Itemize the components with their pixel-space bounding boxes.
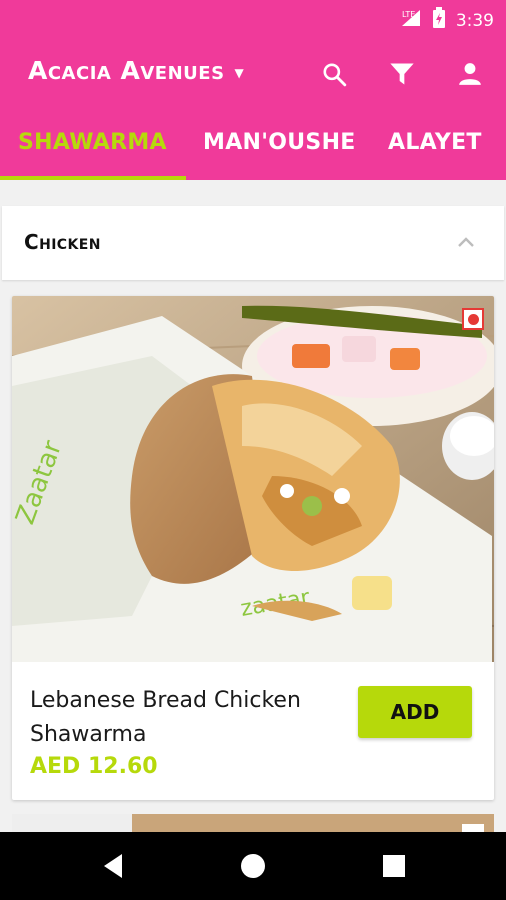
search-icon[interactable] <box>316 56 352 92</box>
app-bar: Acacia Avenues ▼ <box>0 36 506 112</box>
system-nav-bar <box>0 832 506 900</box>
item-price: AED 12.60 <box>30 754 158 779</box>
tab-alayet[interactable]: ALAYET <box>388 130 482 155</box>
non-veg-badge-icon <box>462 308 484 330</box>
status-time: 3:39 <box>455 10 494 31</box>
tab-indicator <box>0 176 186 180</box>
caret-down-icon: ▼ <box>234 65 245 80</box>
category-header[interactable]: Chicken <box>2 206 504 280</box>
recents-icon[interactable] <box>378 850 410 882</box>
category-tabs: SHAWARMA MAN'OUSHE ALAYET <box>0 112 506 180</box>
location-selector[interactable]: Acacia Avenues ▼ <box>28 56 244 85</box>
tab-shawarma[interactable]: SHAWARMA <box>18 130 167 155</box>
tab-manoushe[interactable]: MAN'OUSHE <box>203 130 356 155</box>
battery-icon <box>432 7 446 34</box>
add-button[interactable]: ADD <box>358 686 472 738</box>
chevron-up-icon <box>454 230 478 254</box>
svg-text:LTE: LTE <box>402 10 415 19</box>
location-name: Acacia Avenues <box>28 56 225 85</box>
category-title: Chicken <box>24 230 101 254</box>
user-icon[interactable] <box>452 56 488 92</box>
item-name: Lebanese Bread Chicken Shawarma <box>30 688 301 747</box>
status-bar: LTE 3:39 <box>0 0 506 36</box>
signal-icon: LTE <box>400 8 422 33</box>
home-icon[interactable] <box>237 850 269 882</box>
item-photo: Zaatar zaatar <box>12 296 494 662</box>
menu-item-card[interactable]: Zaatar zaatar Lebanese Bread Chicken Sha… <box>12 296 494 800</box>
back-icon[interactable] <box>98 850 130 882</box>
filter-icon[interactable] <box>384 56 420 92</box>
